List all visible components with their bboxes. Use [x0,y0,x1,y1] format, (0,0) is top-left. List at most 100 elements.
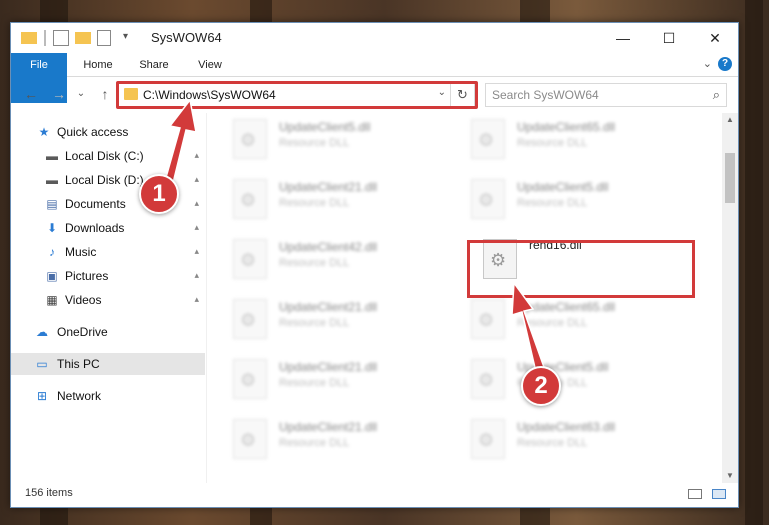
navigation-pane: ★ Quick access ▬ Local Disk (C:) ▴ ▬ Loc… [11,113,207,483]
sidebar-item-videos[interactable]: ▦ Videos ▴ [11,289,205,311]
address-row: ← → ⌄ ↑ C:\Windows\SysWOW64 ⌄ ↻ Search S… [11,77,738,113]
file-name: UpdateClient5.dll [279,120,371,134]
vertical-scrollbar[interactable]: ▲ ▼ [722,113,738,483]
file-name: UpdateClient21.dll [279,360,378,374]
drive-icon: ▬ [46,173,58,187]
scrollbar-thumb[interactable] [725,153,735,203]
sidebar-item-onedrive[interactable]: ☁ OneDrive [11,321,205,343]
network-icon: ⊞ [36,389,48,403]
sidebar-item-this-pc[interactable]: ▭ This PC [11,353,205,375]
music-icon: ♪ [49,245,55,259]
file-type: Resource DLL [279,257,350,269]
file-type: Resource DLL [517,317,588,329]
expand-ribbon-icon[interactable]: ⌄ [703,57,712,70]
pin-icon: ▴ [194,270,199,280]
search-input[interactable]: Search SysWOW64 ⌕ [485,83,727,107]
address-highlight-box [116,81,478,109]
maximize-button[interactable]: ☐ [646,23,692,53]
dll-file-icon [471,299,505,339]
documents-icon: ▤ [46,197,58,211]
properties-icon[interactable] [53,30,69,46]
close-button[interactable]: ✕ [692,23,738,53]
tab-share[interactable]: Share [129,53,179,77]
file-item[interactable]: UpdateClient63.dll Resource DLL [449,415,679,465]
sidebar-item-label: Downloads [65,221,125,235]
new-folder-icon[interactable] [75,32,91,44]
pin-icon: ▴ [194,174,199,184]
sidebar-item-pictures[interactable]: ▣ Pictures ▴ [11,265,205,287]
sidebar-item-label: Local Disk (C:) [65,149,144,163]
sidebar-item-network[interactable]: ⊞ Network [11,385,205,407]
details-view-icon[interactable] [688,489,702,499]
forward-button[interactable]: → [49,86,69,102]
file-type: Resource DLL [517,437,588,449]
search-icon[interactable]: ⌕ [713,87,720,103]
sidebar-item-quick-access[interactable]: ★ Quick access [11,121,205,143]
file-item[interactable]: UpdateClient21.dll Resource DLL [211,175,441,225]
file-item[interactable]: UpdateClient21.dll Resource DLL [211,415,441,465]
large-icons-view-icon[interactable] [712,489,726,499]
file-item[interactable]: UpdateClient42.dll Resource DLL [211,235,441,285]
folder-icon [21,32,37,44]
dll-file-icon [233,419,267,459]
file-name: UpdateClient21.dll [279,420,378,434]
dll-file-icon [233,179,267,219]
file-list: UpdateClient5.dll Resource DLL UpdateCli… [211,113,721,483]
file-name: UpdateClient63.dll [517,420,616,434]
pin-icon: ▴ [194,246,199,256]
file-name: UpdateClient21.dll [279,300,378,314]
file-highlight-box [467,240,695,298]
file-type: Resource DLL [279,437,350,449]
sidebar-item-label: OneDrive [57,325,108,339]
scroll-up-icon[interactable]: ▲ [722,113,738,127]
window-title: SysWOW64 [151,30,222,45]
search-placeholder: Search SysWOW64 [492,88,599,102]
file-type: Resource DLL [517,137,588,149]
file-name: UpdateClient5.dll [517,180,609,194]
sidebar-item-music[interactable]: ♪ Music ▴ [11,241,205,263]
drive-icon: ▬ [46,149,58,163]
sidebar-item-label: Videos [65,293,102,307]
sidebar-item-label: Documents [65,197,126,211]
file-item[interactable]: UpdateClient65.dll Resource DLL [449,295,679,345]
pin-icon: ▴ [194,294,199,304]
back-button[interactable]: ← [21,86,41,102]
tab-home[interactable]: Home [73,53,123,77]
file-item[interactable]: UpdateClient21.dll Resource DLL [211,295,441,345]
minimize-button[interactable]: — [600,23,646,53]
dll-file-icon [471,419,505,459]
videos-icon: ▦ [46,293,58,307]
view-options-icon[interactable] [97,30,111,46]
separator [44,30,46,46]
pin-icon: ▴ [194,198,199,208]
this-pc-icon: ▭ [36,357,48,371]
tab-view[interactable]: View [185,53,235,77]
file-item[interactable]: UpdateClient21.dll Resource DLL [211,355,441,405]
file-type: Resource DLL [517,197,588,209]
dll-file-icon [233,359,267,399]
sidebar-item-label: Network [57,389,102,403]
recent-locations-button[interactable]: ⌄ [71,88,91,99]
sidebar-item-label: This PC [57,357,100,371]
dll-file-icon [233,299,267,339]
file-name: UpdateClient42.dll [279,240,378,254]
file-item[interactable]: UpdateClient65.dll Resource DLL [449,115,679,165]
onedrive-icon: ☁ [36,325,48,339]
up-button[interactable]: ↑ [95,86,115,102]
item-count: 156 items [25,487,73,499]
file-name: UpdateClient21.dll [279,180,378,194]
file-item[interactable]: UpdateClient5.dll Resource DLL [449,175,679,225]
sidebar-item-label: Music [65,245,97,259]
file-item[interactable]: UpdateClient5.dll Resource DLL [211,115,441,165]
sidebar-item-downloads[interactable]: ⬇ Downloads ▴ [11,217,205,239]
file-item[interactable]: UpdateClient5.dll Resource DLL [449,355,679,405]
pin-icon: ▴ [194,222,199,232]
sidebar-item-label: Pictures [65,269,109,283]
customize-toolbar-icon[interactable]: ▾ [123,31,139,47]
sidebar-item-label: Quick access [57,125,129,139]
file-type: Resource DLL [279,197,350,209]
ribbon-tabs: File Home Share View ⌄ ? [11,53,738,103]
file-type: Resource DLL [279,377,350,389]
help-icon[interactable]: ? [718,57,732,71]
sidebar-item-local-disk-c[interactable]: ▬ Local Disk (C:) ▴ [11,145,205,167]
